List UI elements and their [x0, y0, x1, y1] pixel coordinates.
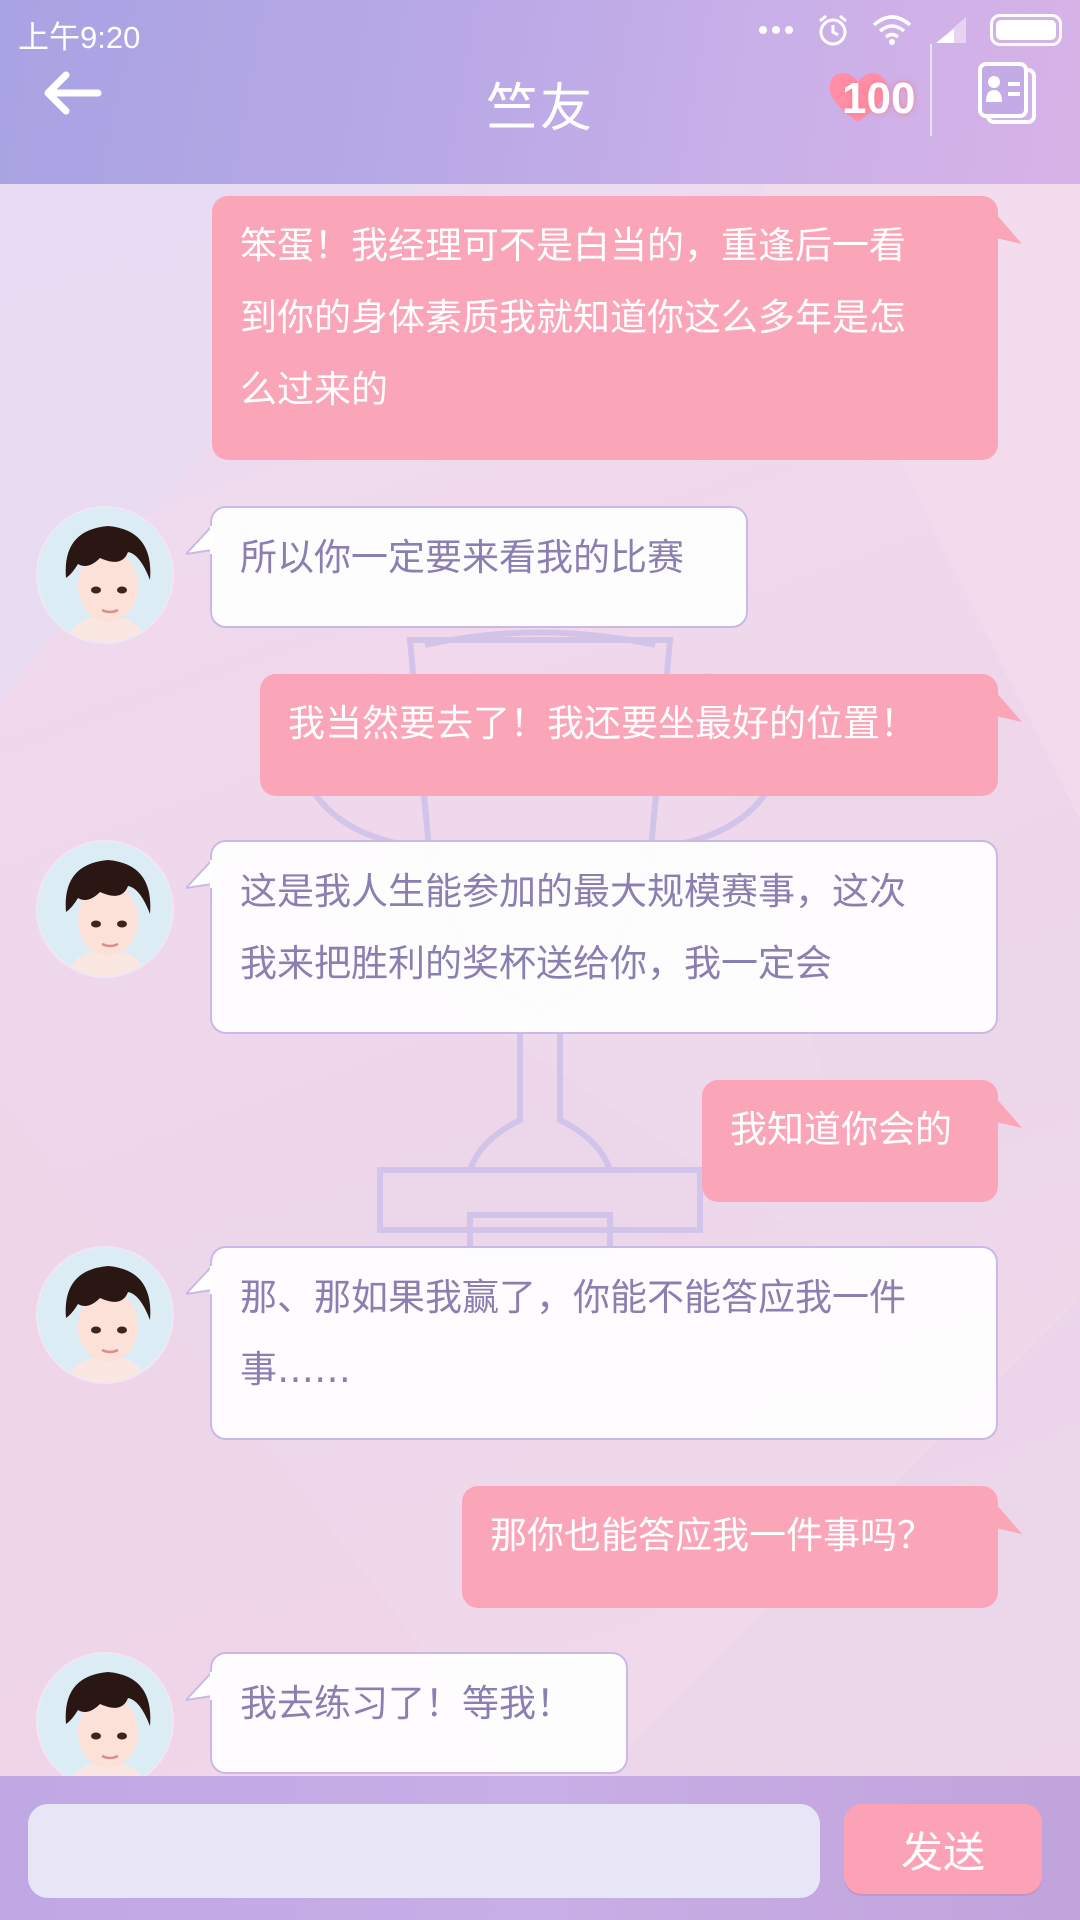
- his-bubble: 所以你一定要来看我的比赛: [210, 506, 748, 628]
- message-line: 那你也能答应我一件事吗？: [490, 1514, 934, 1557]
- status-time: 上午9:20: [18, 20, 141, 55]
- message-line: 到你的身体素质我就知道你这么多年是怎: [240, 296, 906, 339]
- my-bubble: 我当然要去了！我还要坐最好的位置！: [260, 674, 998, 796]
- more-dots-icon: [759, 26, 793, 34]
- avatar[interactable]: [36, 506, 174, 644]
- message-line: 事……: [240, 1348, 351, 1391]
- message-line: 么过来的: [240, 368, 388, 411]
- affinity-value: 100: [842, 74, 916, 123]
- battery-icon: [990, 14, 1062, 46]
- my-bubble: 我知道你会的: [702, 1080, 998, 1202]
- alarm-icon: [819, 14, 847, 46]
- signal-icon: [936, 17, 966, 43]
- message-input[interactable]: [28, 1804, 820, 1898]
- send-button[interactable]: 发送: [844, 1804, 1042, 1894]
- his-bubble: 那、那如果我赢了，你能不能答应我一件 事……: [210, 1246, 998, 1440]
- message-input-bar: 发送: [0, 1776, 1080, 1920]
- message-line: 所以你一定要来看我的比赛: [240, 536, 684, 579]
- avatar[interactable]: [36, 840, 174, 978]
- avatar-portrait: [38, 1654, 172, 1788]
- avatar[interactable]: [36, 1246, 174, 1384]
- avatar-portrait: [38, 842, 172, 976]
- avatar[interactable]: [36, 1652, 174, 1790]
- avatar-portrait: [38, 508, 172, 642]
- header-divider: [930, 44, 932, 136]
- bubble-tail: [186, 1264, 212, 1296]
- chat-message-list[interactable]: 笨蛋！我经理可不是白当的，重逢后一看 到你的身体素质我就知道你这么多年是怎 么过…: [0, 184, 1080, 1790]
- message-line: 我当然要去了！我还要坐最好的位置！: [288, 702, 917, 745]
- message-line: 我去练习了！等我！: [240, 1682, 573, 1725]
- message-line: 我来把胜利的奖杯送给你，我一定会: [240, 942, 832, 985]
- message-line: 那、那如果我赢了，你能不能答应我一件: [240, 1276, 906, 1319]
- avatar-portrait: [38, 1248, 172, 1382]
- wifi-icon: [872, 15, 912, 45]
- profile-card-icon[interactable]: [976, 60, 1038, 126]
- message-line: 笨蛋！我经理可不是白当的，重逢后一看: [240, 224, 906, 267]
- bubble-tail: [996, 692, 1022, 722]
- bubble-tail: [186, 524, 212, 556]
- status-bar: 上午9:20: [0, 0, 1080, 60]
- bubble-tail: [996, 214, 1022, 244]
- affinity-counter: 100: [826, 66, 926, 126]
- bubble-tail: [996, 1504, 1022, 1534]
- bubble-tail: [996, 1098, 1022, 1128]
- message-line: 我知道你会的: [730, 1108, 952, 1151]
- bubble-tail: [186, 1670, 212, 1702]
- my-bubble: 那你也能答应我一件事吗？: [462, 1486, 998, 1608]
- my-bubble: 笨蛋！我经理可不是白当的，重逢后一看 到你的身体素质我就知道你这么多年是怎 么过…: [212, 196, 998, 460]
- header-bar: 上午9:20 竺友 100: [0, 0, 1080, 184]
- his-bubble: 我去练习了！等我！: [210, 1652, 628, 1774]
- bubble-tail: [186, 858, 212, 890]
- his-bubble: 这是我人生能参加的最大规模赛事，这次 我来把胜利的奖杯送给你，我一定会: [210, 840, 998, 1034]
- message-line: 这是我人生能参加的最大规模赛事，这次: [240, 870, 906, 913]
